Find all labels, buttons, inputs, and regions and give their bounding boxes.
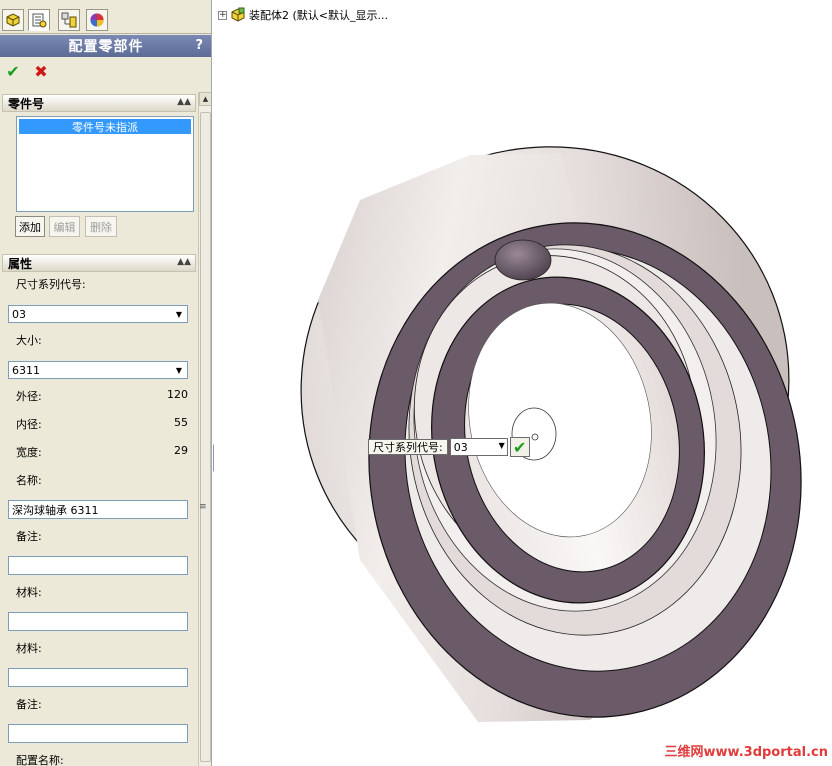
cancel-button[interactable]: ✖ (32, 62, 50, 81)
outer-diameter-value: 120 (167, 388, 188, 401)
config-name-label: 配置名称: (16, 754, 64, 766)
ok-cancel-bar: ✔ ✖ (4, 62, 50, 81)
part-number-group-title: 零件号 (8, 96, 45, 111)
property-manager-icon (32, 13, 47, 28)
display-manager-tab[interactable] (86, 9, 108, 31)
help-button[interactable]: ? (195, 38, 204, 53)
size-select[interactable]: 6311 ▼ (8, 361, 188, 379)
part-number-list[interactable]: 零件号未指派 (16, 116, 194, 212)
manager-tabs (0, 0, 211, 34)
size-series-value: 03 (12, 307, 26, 321)
size-series-select[interactable]: 03 ▼ (8, 305, 188, 323)
material-field-1[interactable] (8, 612, 188, 631)
remark-field-2[interactable] (8, 724, 188, 743)
outer-diameter-label: 外径: (16, 390, 42, 403)
feature-manager-icon (6, 13, 20, 27)
part-number-group-header[interactable]: 零件号 ▲▲ (2, 94, 196, 112)
tree-expander[interactable]: + (218, 10, 227, 20)
add-button[interactable]: 添加 (15, 216, 45, 237)
collapse-icon[interactable]: ▲▲ (177, 257, 191, 267)
material-label-1: 材料: (16, 586, 42, 599)
property-manager-tab[interactable] (28, 9, 50, 31)
dropdown-arrow-icon[interactable]: ▼ (499, 441, 505, 450)
dropdown-arrow-icon[interactable]: ▼ (173, 363, 185, 377)
property-manager-panel: 配置零部件 ? ✔ ✖ 零件号 ▲▲ 零件号未指派 添加 编辑 删除 属性 ▲▲… (0, 0, 212, 766)
width-value: 29 (174, 444, 188, 457)
dropdown-arrow-icon[interactable]: ▼ (173, 307, 185, 321)
name-label: 名称: (16, 474, 42, 487)
ball (494, 239, 552, 281)
origin-point (531, 433, 539, 441)
dimension-popup-ok-button[interactable]: ✔ (509, 437, 530, 457)
material-field-2[interactable] (8, 668, 188, 687)
watermark: 三维网www.3dportal.cn (664, 745, 828, 760)
display-manager-icon (90, 13, 104, 27)
configuration-manager-icon (61, 12, 77, 28)
properties-group-title: 属性 (8, 256, 33, 271)
size-label: 大小: (16, 334, 42, 347)
edit-button[interactable]: 编辑 (49, 216, 80, 237)
bearing-model[interactable] (214, 0, 832, 766)
size-series-label: 尺寸系列代号: (16, 278, 86, 291)
properties-group-header[interactable]: 属性 ▲▲ (2, 254, 196, 272)
dimension-popup-value: 03 (453, 440, 468, 454)
panel-title: 配置零部件 (68, 39, 144, 55)
scrollbar-thumb[interactable] (200, 112, 211, 762)
assembly-tree-node[interactable]: + 装配体2 (默认<默认_显示... (218, 7, 388, 23)
assembly-label[interactable]: 装配体2 (默认<默认_显示... (249, 7, 388, 23)
ok-button[interactable]: ✔ (4, 62, 22, 81)
splitter-handle-icon[interactable]: ≡ (199, 502, 207, 512)
feature-manager-tab[interactable] (2, 9, 24, 31)
assembly-icon (231, 7, 245, 22)
collapse-icon[interactable]: ▲▲ (177, 97, 191, 107)
list-item-selected[interactable]: 零件号未指派 (19, 119, 191, 134)
size-value: 6311 (12, 363, 40, 377)
material-label-2: 材料: (16, 642, 42, 655)
panel-title-bar: 配置零部件 ? (0, 35, 211, 57)
scroll-up-icon[interactable]: ▲ (199, 92, 211, 106)
remark-field-1[interactable] (8, 556, 188, 575)
width-label: 宽度: (16, 446, 42, 459)
name-field[interactable]: 深沟球轴承 6311 (8, 500, 188, 519)
inner-diameter-label: 内径: (16, 418, 42, 431)
remark-label-2: 备注: (16, 698, 42, 711)
dimension-popup-select[interactable]: 03 ▼ (449, 438, 508, 456)
panel-scroll-area: 零件号 ▲▲ 零件号未指派 添加 编辑 删除 属性 ▲▲ 尺寸系列代号: 03 … (0, 92, 198, 766)
panel-scrollbar[interactable]: ▲ (198, 92, 211, 766)
dimension-popup: 尺寸系列代号: 03 ▼ ✔ (368, 437, 530, 457)
name-field-value: 深沟球轴承 6311 (12, 503, 99, 517)
inner-diameter-value: 55 (174, 416, 188, 429)
configuration-manager-tab[interactable] (58, 9, 80, 31)
graphics-area[interactable]: + 装配体2 (默认<默认_显示... (214, 0, 832, 766)
remark-label-1: 备注: (16, 530, 42, 543)
dimension-popup-label: 尺寸系列代号: (368, 439, 448, 455)
delete-button[interactable]: 删除 (85, 216, 117, 237)
